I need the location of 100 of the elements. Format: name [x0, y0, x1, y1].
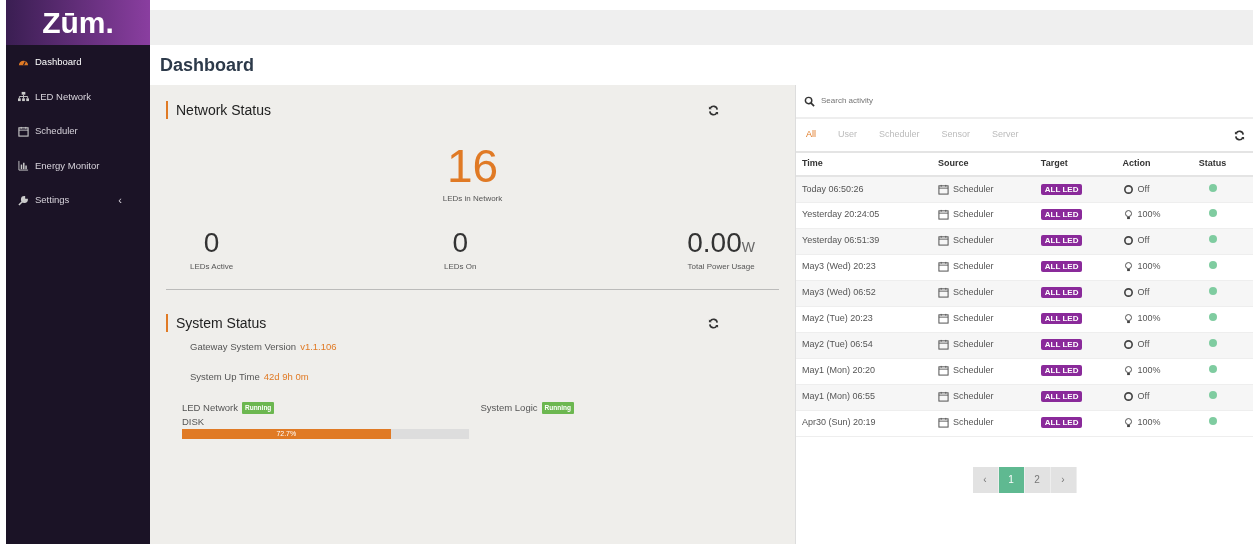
- sidebar-item[interactable]: Dashboard: [6, 45, 150, 80]
- stat-label: LEDs Active: [190, 261, 234, 273]
- table-cell: May1 (Mon) 20:20: [796, 358, 932, 384]
- calendar-icon: [937, 391, 949, 403]
- target-tag: ALL LED: [1040, 339, 1083, 351]
- power-icon: [1122, 391, 1134, 403]
- calendar-icon: [937, 417, 949, 429]
- stat-label: LEDs in Network: [441, 193, 504, 205]
- filter-tab[interactable]: User: [838, 128, 858, 142]
- table-cell: Yesterday 06:51:39: [796, 228, 932, 254]
- stat-value: 0.00W: [687, 229, 755, 257]
- page-button[interactable]: ‹: [972, 466, 999, 493]
- target-tag: ALL LED: [1040, 391, 1083, 403]
- stat-value: 0: [451, 229, 469, 257]
- wrench-icon: [18, 194, 29, 206]
- section-title: System Status: [166, 314, 267, 332]
- calendar-icon: [937, 365, 949, 377]
- stat-value: 0: [202, 229, 221, 257]
- power-icon: [1122, 235, 1134, 247]
- lightbulb-icon: [1122, 209, 1134, 221]
- section-title: Network Status: [166, 101, 271, 119]
- action-label: 100%: [1137, 417, 1161, 428]
- source-label: Scheduler: [952, 339, 994, 350]
- action-label: 100%: [1137, 365, 1161, 376]
- table-cell: Apr30 (Sun) 20:19: [796, 410, 932, 436]
- table-cell: May1 (Mon) 06:55: [796, 384, 932, 410]
- filter-tab[interactable]: Server: [992, 128, 1019, 142]
- search-icon: [804, 95, 815, 107]
- version-value: v1.1.106: [300, 340, 337, 354]
- disk-label: DISK: [182, 414, 206, 429]
- source-label: Scheduler: [952, 365, 994, 376]
- source-label: Scheduler: [952, 313, 994, 324]
- target-tag: ALL LED: [1040, 365, 1083, 377]
- target-tag: ALL LED: [1040, 235, 1083, 247]
- power-icon: [1122, 339, 1134, 351]
- caret-icon: ‹: [118, 192, 122, 209]
- filter-tab[interactable]: All: [806, 128, 816, 142]
- sidebar-item[interactable]: Settings ‹: [6, 183, 150, 218]
- table-cell: Yesterday 20:24:05: [796, 202, 932, 228]
- calendar-icon: [937, 183, 949, 195]
- refresh-icon: [708, 104, 719, 116]
- source-label: Scheduler: [952, 261, 994, 272]
- table-cell: May3 (Wed) 06:52: [796, 280, 932, 306]
- logo: Zūm.: [6, 0, 150, 45]
- calendar-icon: [937, 209, 949, 221]
- action-label: 100%: [1137, 313, 1161, 324]
- sidebar-item[interactable]: LED Network: [6, 79, 150, 114]
- action-label: Off: [1137, 339, 1150, 350]
- calendar-icon: [937, 235, 949, 247]
- calendar-icon: [937, 339, 949, 351]
- filter-tab[interactable]: Sensor: [941, 128, 971, 142]
- led-count: 16: [445, 143, 500, 189]
- target-tag: ALL LED: [1040, 209, 1083, 221]
- action-label: Off: [1137, 391, 1150, 402]
- source-label: Scheduler: [952, 287, 994, 298]
- action-label: 100%: [1137, 261, 1161, 272]
- action-label: 100%: [1137, 209, 1161, 220]
- source-label: Scheduler: [952, 391, 994, 402]
- table-cell: May3 (Wed) 20:23: [796, 254, 932, 280]
- power-icon: [1122, 287, 1134, 299]
- source-label: Scheduler: [952, 183, 994, 194]
- table-cell: Today 06:50:26: [796, 176, 932, 202]
- page-button[interactable]: 2: [1024, 466, 1051, 493]
- calendar-icon: [937, 261, 949, 273]
- stat-label: Total Power Usage: [687, 261, 755, 273]
- refresh-icon: [1234, 129, 1245, 141]
- service-label: LED Network: [182, 400, 238, 415]
- info-label: Gateway System Version: [190, 340, 297, 354]
- target-tag: ALL LED: [1040, 287, 1083, 299]
- table-cell: May2 (Tue) 06:54: [796, 332, 932, 358]
- table-cell: May2 (Tue) 20:23: [796, 306, 932, 332]
- info-label: System Up Time: [190, 370, 260, 385]
- page-button[interactable]: ›: [1050, 466, 1077, 493]
- calendar-icon: [937, 287, 949, 299]
- target-tag: ALL LED: [1040, 417, 1083, 429]
- uptime-value: 42d 9h 0m: [263, 370, 309, 385]
- stat-label: LEDs On: [443, 261, 477, 273]
- lightbulb-icon: [1122, 261, 1134, 273]
- source-label: Scheduler: [952, 235, 994, 246]
- sidebar-item[interactable]: Scheduler: [6, 114, 150, 149]
- power-icon: [1122, 183, 1134, 195]
- lightbulb-icon: [1122, 365, 1134, 377]
- calendar-icon: [18, 125, 29, 137]
- target-tag: ALL LED: [1040, 261, 1083, 273]
- network-icon: [18, 91, 29, 103]
- lightbulb-icon: [1122, 417, 1134, 429]
- page-button[interactable]: 1: [998, 466, 1025, 493]
- bar-chart-icon: [18, 160, 29, 172]
- action-label: Off: [1137, 183, 1150, 194]
- action-label: Off: [1137, 235, 1150, 246]
- calendar-icon: [937, 313, 949, 325]
- filter-tab[interactable]: Scheduler: [879, 128, 920, 142]
- page-title: Dashboard: [159, 53, 256, 77]
- action-label: Off: [1137, 287, 1150, 298]
- refresh-icon: [708, 317, 719, 329]
- source-label: Scheduler: [952, 209, 994, 220]
- sidebar-item[interactable]: Energy Monitor: [6, 148, 150, 183]
- target-tag: ALL LED: [1040, 313, 1083, 325]
- unit-label: W: [741, 239, 755, 255]
- source-label: Scheduler: [952, 417, 994, 428]
